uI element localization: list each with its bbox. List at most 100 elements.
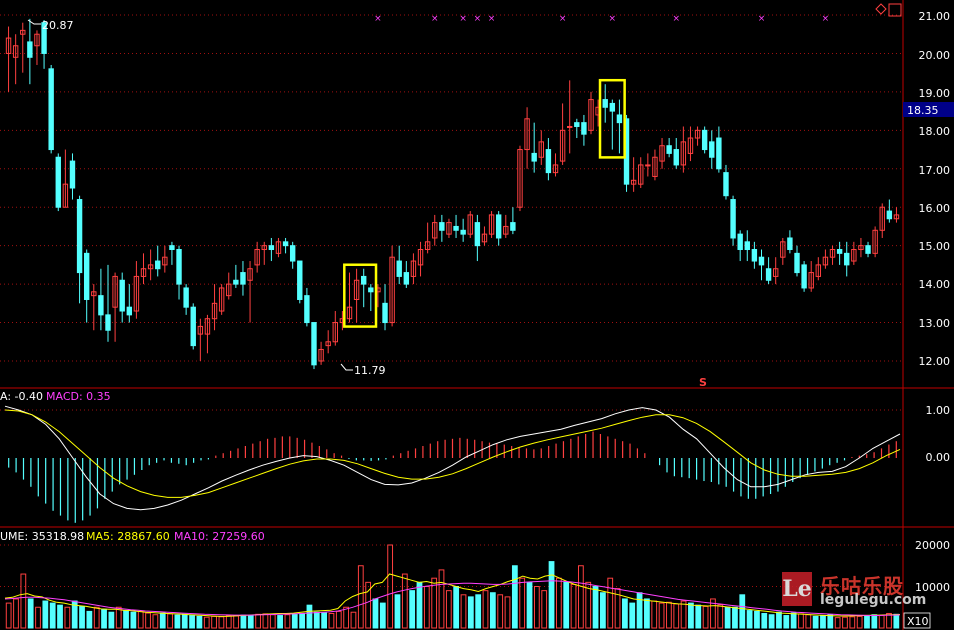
volume-bar xyxy=(181,613,188,629)
volume-bar xyxy=(622,598,628,629)
price-tick-label: 15.00 xyxy=(919,240,951,253)
diamond-icon[interactable] xyxy=(875,3,887,15)
volume-bar xyxy=(379,602,386,629)
candle-body xyxy=(105,314,111,331)
volume-bar xyxy=(717,604,724,629)
candle-body xyxy=(567,125,573,128)
volume-bar xyxy=(137,610,144,629)
candle-body xyxy=(865,245,871,254)
volume-bar xyxy=(269,614,276,629)
volume-bar xyxy=(299,612,305,629)
candle-body xyxy=(361,275,367,285)
volume-bar xyxy=(651,600,658,629)
price-tick-label: 17.00 xyxy=(919,164,951,177)
volume-bar xyxy=(688,602,694,629)
volume-bar xyxy=(255,613,261,629)
volume-bar xyxy=(108,611,115,629)
volume-bar xyxy=(416,581,423,629)
volume-bar xyxy=(196,615,203,629)
candle-body xyxy=(616,114,623,124)
volume-bar xyxy=(262,613,269,629)
candle-body xyxy=(126,306,133,316)
candle-body xyxy=(453,225,459,231)
volume-bar xyxy=(482,590,489,629)
volume-bar xyxy=(306,604,313,629)
grid-layer xyxy=(0,14,903,587)
volume-bar xyxy=(27,598,34,629)
volume-bar xyxy=(856,615,863,629)
volume-bar xyxy=(504,596,511,629)
volume-bar xyxy=(13,598,19,629)
volume-bar xyxy=(489,592,496,629)
volume-bar xyxy=(695,604,702,629)
volume-bar xyxy=(541,590,548,629)
volume-bar xyxy=(746,610,753,629)
high-price-label: 20.87 xyxy=(42,19,74,32)
volume-bar xyxy=(372,598,379,629)
volume-bar xyxy=(233,615,239,629)
window-icon[interactable] xyxy=(888,3,902,17)
candle-body xyxy=(737,233,743,251)
candle-body xyxy=(673,149,679,166)
candle-body xyxy=(76,199,83,274)
candle-body xyxy=(297,260,303,300)
volume-bar xyxy=(438,569,445,629)
volume-bar xyxy=(291,613,298,629)
s-signal-marker: S xyxy=(699,376,707,389)
cross-marker: × xyxy=(609,14,617,24)
candle-body xyxy=(48,68,54,151)
candle-body xyxy=(474,222,481,247)
candle-body xyxy=(289,245,296,262)
price-tick-label: 13.00 xyxy=(919,317,951,330)
price-tick-label: 19.00 xyxy=(919,87,951,100)
candle-body xyxy=(119,279,125,312)
candle-body xyxy=(183,287,189,308)
volume-bar xyxy=(401,573,408,629)
volume-tick-label: 20000 xyxy=(915,539,950,552)
candle-body xyxy=(460,229,466,235)
cross-marker: × xyxy=(672,14,680,24)
volume-bar xyxy=(335,610,342,629)
volume-bar xyxy=(152,614,159,629)
candle-body xyxy=(723,172,729,197)
volume-bar xyxy=(812,615,819,629)
low-price-pointer xyxy=(340,363,353,371)
candle-body xyxy=(701,129,708,151)
volume-header-ma10: MA10: 27259.60 xyxy=(174,530,265,543)
candle-body xyxy=(794,252,800,274)
volume-bar xyxy=(607,577,614,629)
volume-bar xyxy=(673,603,680,629)
volume-bar xyxy=(732,606,738,629)
volume-bar xyxy=(167,613,173,629)
volume-bar xyxy=(702,605,709,629)
candle-body xyxy=(69,160,76,189)
candle-body xyxy=(396,260,402,277)
volume-bar xyxy=(776,611,782,629)
volume-bar xyxy=(827,614,834,629)
volume-bar xyxy=(445,590,452,629)
macd-tick-label: 0.00 xyxy=(926,451,951,464)
volume-bar xyxy=(284,614,291,629)
volume-bar xyxy=(467,596,474,629)
price-tick-label: 21.00 xyxy=(919,10,951,23)
volume-bar xyxy=(203,616,210,629)
volume-bar xyxy=(423,586,430,629)
volume-bar xyxy=(798,613,804,629)
volume-bar xyxy=(313,611,320,629)
price-tick-label: 20.00 xyxy=(919,49,951,62)
volume-unit-label: X10 xyxy=(907,615,929,628)
cross-marker: × xyxy=(474,14,482,24)
volume-bar xyxy=(849,616,856,629)
cross-marker: × xyxy=(559,14,567,24)
candle-body xyxy=(282,241,289,247)
candle-body xyxy=(439,222,445,231)
volume-bar xyxy=(783,615,790,629)
volume-bar xyxy=(834,617,841,629)
volume-bar xyxy=(86,610,93,629)
candle-body xyxy=(98,295,104,316)
candle-body xyxy=(709,141,715,158)
price-tick-label: 14.00 xyxy=(919,278,951,291)
volume-bar xyxy=(5,602,12,629)
candle-body xyxy=(645,164,651,167)
macd-header-dea: A: -0.40 xyxy=(0,390,43,403)
